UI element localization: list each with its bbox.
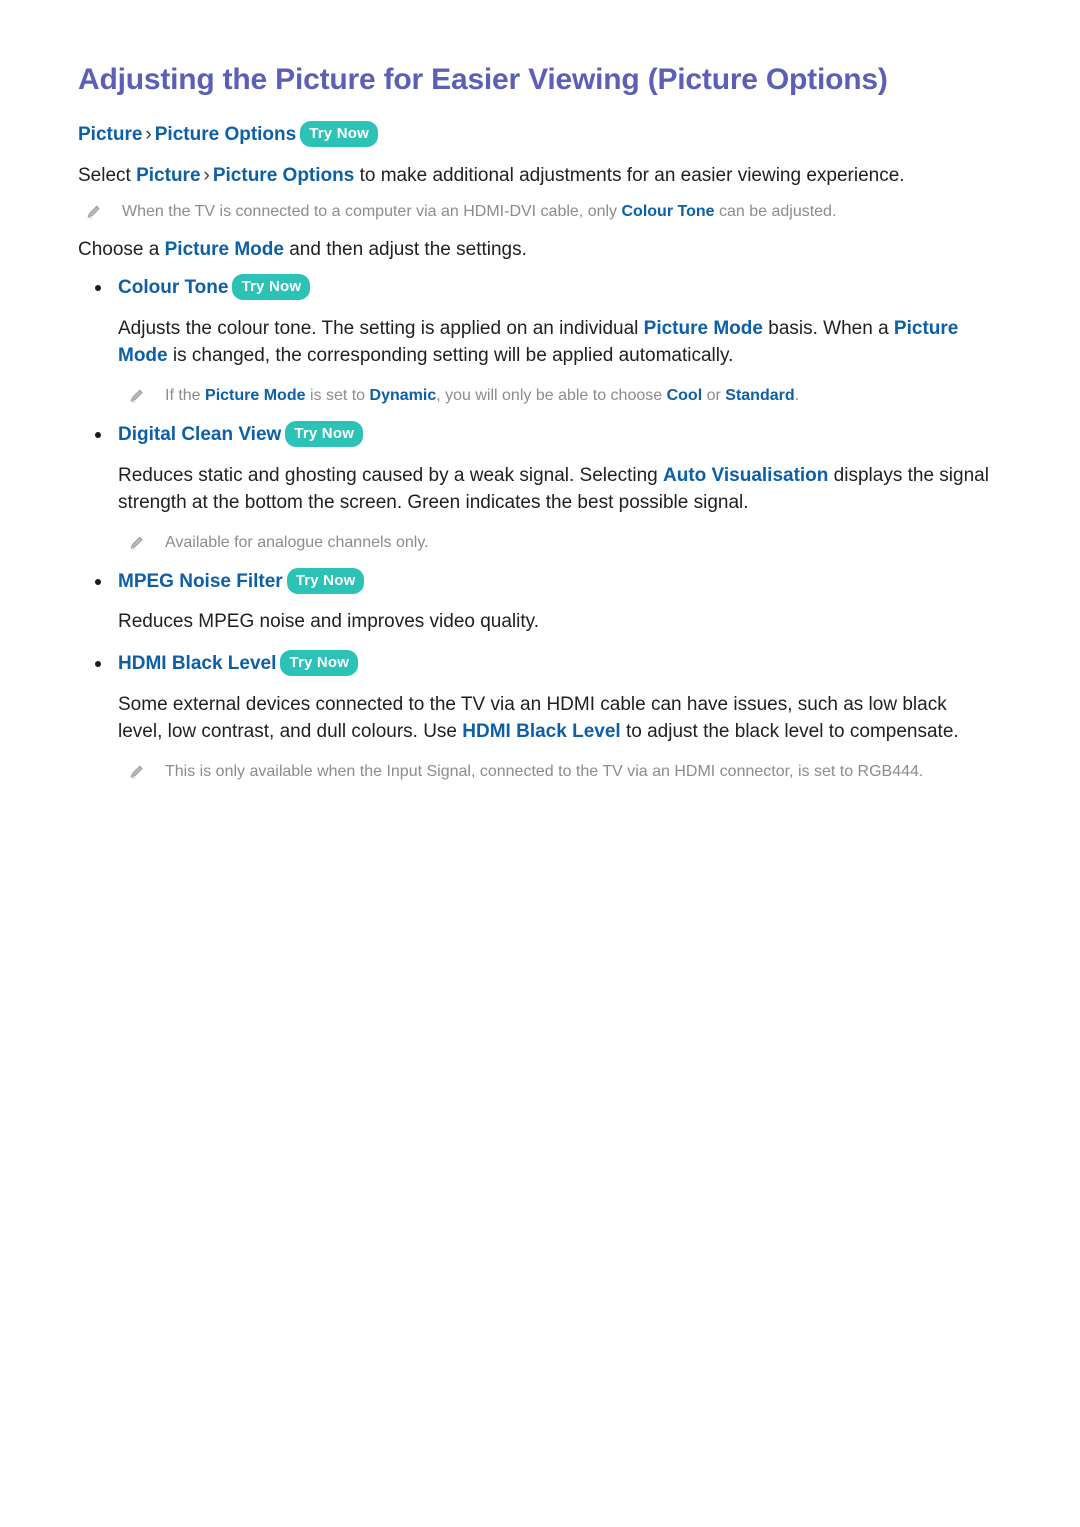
note-ct-part5: . — [794, 386, 800, 404]
intro-paragraph: Select Picture › Picture Options to make a… — [78, 163, 994, 190]
try-now-badge-digital-clean-view[interactable]: Try Now — [285, 421, 364, 448]
section-body-mpeg-noise-filter: Reduces MPEG noise and improves video qu… — [118, 611, 540, 633]
try-now-badge-hdmi-black-level[interactable]: Try Now — [280, 650, 359, 677]
intro-keyword-picture[interactable]: Picture — [136, 165, 200, 186]
note-colour-tone: If the Picture Mode is set to Dynamic, y… — [128, 384, 994, 407]
note-colour-tone-text: If the Picture Mode is set to Dynamic, y… — [165, 384, 994, 407]
chevron-right-separator-inline: › — [203, 165, 210, 187]
breadcrumb: Picture › Picture Options Try Now — [78, 120, 994, 148]
dcv-part1: Reduces static and ghosting caused by a … — [118, 464, 663, 486]
note-ct-part3: , you will only be able to choose — [436, 386, 667, 404]
section-body-colour-tone: Adjusts the colour tone. The setting is … — [78, 316, 994, 370]
note-ct-part1: If the — [165, 386, 206, 404]
try-now-badge-colour-tone[interactable]: Try Now — [232, 274, 311, 301]
choose-keyword-picture-mode[interactable]: Picture Mode — [165, 239, 284, 260]
note-intro-part2: can be adjusted. — [714, 203, 837, 221]
list-item-digital-clean-view[interactable]: Digital Clean View Try Now — [78, 421, 994, 449]
document-page: Adjusting the Picture for Easier Viewing… — [0, 0, 1080, 1527]
note-hdmi-black-level: This is only available when the Input Si… — [128, 760, 994, 783]
section-heading-colour-tone[interactable]: Colour Tone — [118, 277, 228, 298]
page-title: Adjusting the Picture for Easier Viewing… — [78, 63, 888, 96]
note-intro-keyword-colour-tone[interactable]: Colour Tone — [622, 203, 715, 220]
section-heading-mpeg-noise-filter[interactable]: MPEG Noise Filter — [118, 571, 283, 592]
choose-part1: Choose a — [78, 239, 165, 261]
choose-picture-mode-paragraph: Choose a Picture Mode and then adjust th… — [78, 237, 994, 264]
dcv-keyword-auto-visualisation[interactable]: Auto Visualisation — [663, 465, 828, 486]
hbl-keyword-hdmi-black-level[interactable]: HDMI Black Level — [462, 721, 620, 742]
note-hdmi-black-level-text: This is only available when the Input Si… — [165, 762, 924, 780]
note-ct-keyword-cool[interactable]: Cool — [667, 387, 703, 404]
pencil-icon — [128, 534, 145, 551]
choose-part2: and then adjust the settings. — [283, 239, 527, 261]
note-digital-clean-view: Available for analogue channels only. — [128, 531, 994, 554]
note-ct-keyword-dynamic[interactable]: Dynamic — [370, 387, 437, 404]
section-heading-digital-clean-view[interactable]: Digital Clean View — [118, 424, 281, 445]
note-intro-text: When the TV is connected to a computer v… — [122, 200, 994, 223]
intro-lead: Select — [78, 165, 137, 187]
colour-tone-part3: is changed, the corresponding setting wi… — [167, 344, 734, 366]
pencil-icon — [85, 203, 102, 220]
list-item-mpeg-noise-filter[interactable]: MPEG Noise Filter Try Now — [78, 567, 994, 596]
hbl-part2: to adjust the black level to compensate. — [620, 720, 959, 742]
section-body-digital-clean-view: Reduces static and ghosting caused by a … — [78, 463, 994, 517]
intro-keyword-picture-options[interactable]: Picture Options — [213, 165, 354, 186]
pencil-icon — [128, 387, 145, 404]
note-ct-keyword-picture-mode[interactable]: Picture Mode — [205, 387, 305, 404]
note-ct-keyword-standard[interactable]: Standard — [725, 387, 794, 404]
try-now-badge-breadcrumb[interactable]: Try Now — [300, 120, 378, 147]
try-now-badge-mpeg-noise-filter[interactable]: Try Now — [286, 567, 365, 594]
breadcrumb-item-picture[interactable]: Picture — [78, 124, 142, 145]
colour-tone-part2: basis. When a — [762, 317, 894, 339]
note-digital-clean-view-text: Available for analogue channels only. — [165, 533, 429, 551]
note-intro: When the TV is connected to a computer v… — [85, 200, 994, 223]
list-item-colour-tone[interactable]: Colour Tone Try Now — [78, 274, 994, 302]
note-ct-part2: is set to — [305, 386, 370, 404]
section-body-hdmi-black-level: Some external devices connected to the T… — [78, 692, 994, 746]
list-item-hdmi-black-level[interactable]: HDMI Black Level Try Now — [78, 650, 994, 678]
section-heading-hdmi-black-level[interactable]: HDMI Black Level — [118, 653, 276, 674]
breadcrumb-item-picture-options[interactable]: Picture Options — [155, 124, 296, 145]
note-intro-part1: When the TV is connected to a computer v… — [122, 203, 622, 221]
note-ct-part4: or — [702, 386, 726, 404]
pencil-icon — [128, 763, 145, 780]
intro-tail: to make additional adjustments for an ea… — [354, 165, 905, 187]
colour-tone-part1: Adjusts the colour tone. The setting is … — [118, 317, 644, 339]
colour-tone-keyword-picture-mode-1[interactable]: Picture Mode — [644, 318, 763, 339]
chevron-right-separator: › — [145, 123, 152, 145]
